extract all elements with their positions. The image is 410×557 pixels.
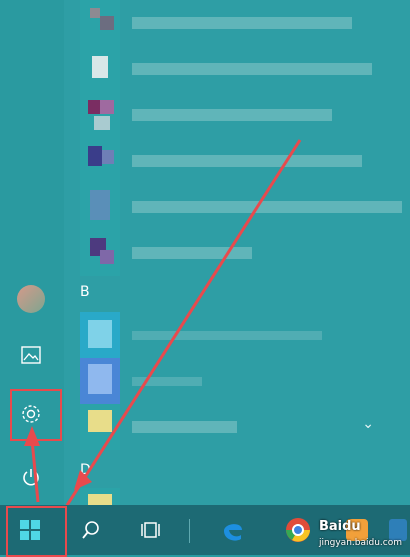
app-tile-icon: [80, 230, 120, 276]
watermark-sub: jingyan.baidu.com: [318, 538, 402, 548]
app-item[interactable]: [80, 358, 406, 404]
app-name: [132, 247, 252, 259]
search-icon[interactable]: [74, 513, 108, 547]
settings-highlight-box: [10, 389, 62, 441]
app-name: [132, 17, 352, 29]
app-name: [132, 109, 332, 121]
app-item[interactable]: [80, 184, 406, 230]
pictures-icon[interactable]: [14, 338, 48, 372]
power-icon[interactable]: [14, 460, 48, 494]
app-item[interactable]: [80, 312, 406, 358]
chrome-icon[interactable]: [281, 513, 315, 547]
app-tile-icon: [80, 404, 120, 450]
watermark-text: Baidu: [318, 519, 361, 534]
app-tile-icon: [80, 138, 120, 184]
app-tile-icon: [80, 358, 120, 404]
app-item[interactable]: [80, 230, 406, 276]
app-name: [132, 331, 322, 340]
taskbar: Baidu jingyan.baidu.com: [0, 505, 410, 557]
task-view-icon[interactable]: [134, 513, 168, 547]
app-tile-icon: [80, 184, 120, 230]
watermark: Baidu jingyan.baidu.com: [319, 519, 402, 549]
app-tile-icon: [80, 488, 120, 505]
app-item[interactable]: [80, 404, 406, 450]
app-tile-icon: [80, 0, 120, 46]
app-tile-icon: [80, 312, 120, 358]
app-item[interactable]: [80, 0, 406, 46]
section-header-b[interactable]: B: [80, 284, 90, 300]
edge-icon[interactable]: [216, 513, 250, 547]
app-name: [132, 201, 402, 213]
taskbar-separator: [189, 519, 190, 543]
app-item[interactable]: [80, 46, 406, 92]
app-item[interactable]: [80, 138, 406, 184]
left-rail: [0, 0, 64, 505]
app-name: [132, 155, 362, 167]
app-tile-icon: [80, 92, 120, 138]
app-item[interactable]: [80, 92, 406, 138]
user-avatar-icon[interactable]: [14, 282, 48, 316]
app-list: B ⌄ D: [64, 0, 410, 505]
section-header-d[interactable]: D: [80, 462, 91, 478]
app-name: [132, 63, 372, 75]
app-name: [132, 421, 237, 433]
app-name: [132, 377, 202, 386]
start-highlight-box: [6, 506, 67, 557]
app-tile-icon: [80, 46, 120, 92]
chevron-down-icon[interactable]: ⌄: [362, 416, 374, 432]
